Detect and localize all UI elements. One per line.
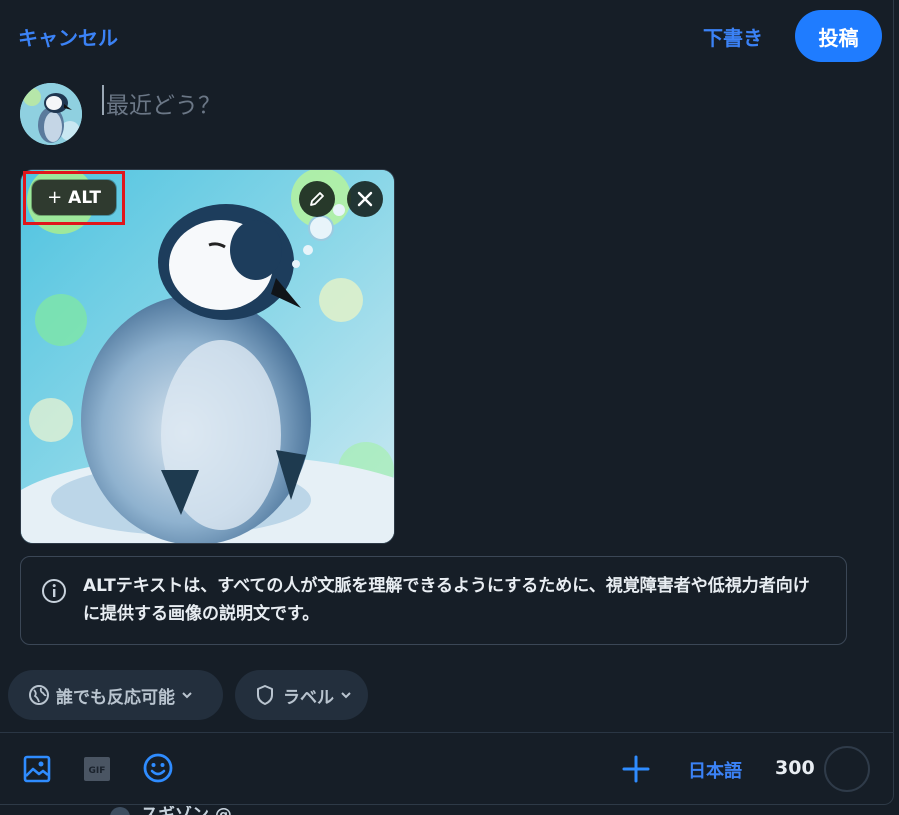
add-alt-text-button[interactable]: + ALT: [32, 180, 116, 215]
toolbar-divider: [0, 732, 894, 733]
background-post-author: スギゾン @: [141, 806, 232, 815]
plus-icon: [622, 755, 650, 783]
edit-image-button[interactable]: [299, 181, 335, 217]
alt-text-info-box: ALTテキストは、すべての人が文脈を理解できるようにするために、視覚障害者や低視…: [20, 556, 847, 645]
shield-icon: [257, 685, 273, 705]
cancel-button[interactable]: キャンセル: [18, 22, 118, 51]
chevron-down-icon: [341, 692, 351, 699]
emoji-icon: [143, 753, 173, 783]
post-button[interactable]: 投稿: [795, 10, 882, 62]
character-count: 300: [775, 757, 815, 779]
avatar: [20, 83, 82, 145]
penguin-illustration: [21, 170, 394, 543]
pencil-icon: [310, 192, 324, 206]
chevron-down-icon: [182, 692, 192, 699]
alt-button-label: ALT: [68, 187, 101, 208]
plus-icon: +: [47, 187, 63, 208]
reply-settings-label: 誰でも反応可能: [56, 687, 175, 708]
alt-text-info: ALTテキストは、すべての人が文脈を理解できるようにするために、視覚障害者や低視…: [83, 576, 810, 624]
character-progress-ring: [824, 746, 870, 792]
emoji-button[interactable]: [142, 752, 174, 788]
attached-image[interactable]: [20, 169, 395, 544]
svg-text:GIF: GIF: [89, 766, 106, 776]
content-label-label: ラベル: [283, 687, 334, 708]
info-icon: [42, 579, 66, 603]
image-icon: [23, 755, 51, 783]
drafts-button[interactable]: 下書き: [703, 22, 763, 51]
close-icon: [357, 191, 373, 207]
remove-image-button[interactable]: [347, 181, 383, 217]
content-label-button[interactable]: ラベル: [235, 670, 368, 720]
globe-icon: [29, 685, 49, 705]
background-avatar: [110, 807, 130, 815]
add-thread-post-button[interactable]: [620, 753, 652, 789]
text-caret: [102, 85, 104, 115]
add-gif-button[interactable]: GIF: [82, 754, 112, 788]
add-image-button[interactable]: [22, 754, 52, 788]
background-post: スギゾン @: [105, 806, 525, 815]
post-text-input[interactable]: 最近どう？: [106, 86, 221, 120]
gif-icon: GIF: [84, 757, 110, 781]
reply-settings-button[interactable]: 誰でも反応可能: [8, 670, 223, 720]
compose-dialog: キャンセル 下書き 投稿 最近どう？ + ALT ALTテキストは、すべての人が…: [0, 0, 894, 805]
language-selector[interactable]: 日本語: [688, 757, 742, 783]
